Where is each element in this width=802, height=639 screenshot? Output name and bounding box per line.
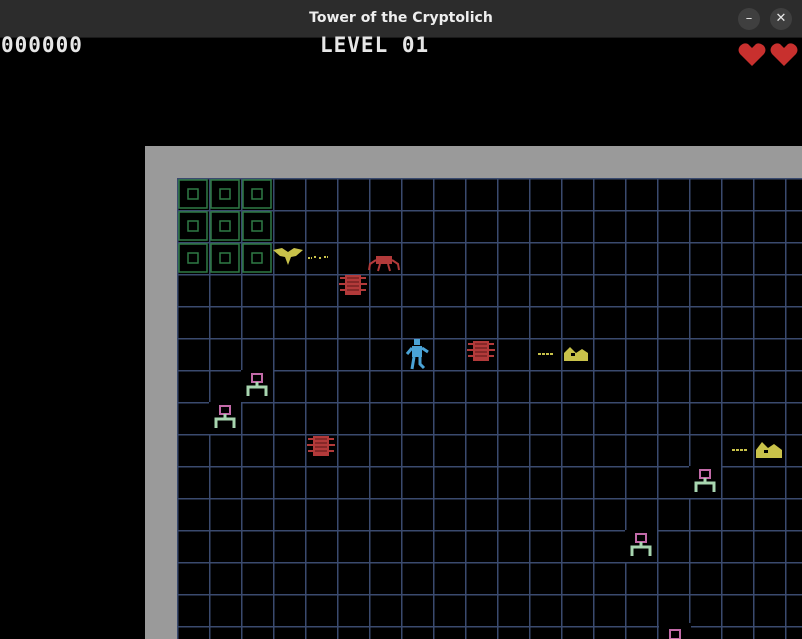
crypt-turret-enemy — [241, 370, 273, 402]
dungeon-wall-top — [145, 146, 802, 178]
red-beetle-enemy — [467, 341, 495, 361]
tomb-spawner-core — [187, 220, 199, 232]
red-beetle-enemy — [339, 275, 367, 295]
player-hero — [405, 339, 429, 370]
tomb-spawner — [210, 211, 240, 241]
bat-wraith-enemy — [273, 248, 328, 265]
dungeon-wall-left — [145, 146, 177, 639]
level-display: LEVEL 01 — [320, 33, 430, 57]
game-window: Tower of the Cryptolich – ✕ 000000 LEVEL… — [0, 0, 802, 639]
yellow-serpent-enemy — [732, 442, 782, 458]
crypt-turret-enemy — [689, 466, 721, 498]
tomb-spawner — [178, 179, 208, 209]
tomb-spawner-core — [187, 252, 199, 264]
close-button[interactable]: ✕ — [770, 8, 792, 30]
tomb-spawner-core — [219, 188, 231, 200]
crypt-turret-enemy — [659, 623, 691, 639]
tomb-spawner-core — [219, 252, 231, 264]
minimize-button[interactable]: – — [738, 8, 760, 30]
yellow-serpent-enemy — [538, 347, 588, 361]
tomb-spawner — [210, 179, 240, 209]
tomb-spawner — [242, 243, 272, 273]
crypt-turret-enemy — [209, 402, 241, 434]
life-heart-icon — [770, 43, 798, 66]
tomb-spawner — [242, 179, 272, 209]
score-display: 000000 — [1, 33, 83, 57]
tomb-spawner-core — [219, 220, 231, 232]
tomb-spawner — [210, 243, 240, 273]
crypt-turret-enemy — [625, 530, 657, 562]
red-beetle-enemy — [307, 436, 335, 456]
life-heart-icon — [738, 43, 766, 66]
red-spider-enemy — [368, 256, 400, 272]
tomb-spawner-core — [251, 252, 263, 264]
tomb-spawner-core — [187, 188, 199, 200]
tomb-spawner-core — [251, 188, 263, 200]
tomb-spawner — [242, 211, 272, 241]
tomb-spawner-cluster — [178, 179, 272, 273]
window-title: Tower of the Cryptolich — [309, 10, 493, 26]
tomb-spawner-core — [251, 220, 263, 232]
tomb-spawner — [178, 243, 208, 273]
tomb-spawner — [178, 211, 208, 241]
game-viewport[interactable]: 000000 LEVEL 01 — [0, 33, 802, 639]
